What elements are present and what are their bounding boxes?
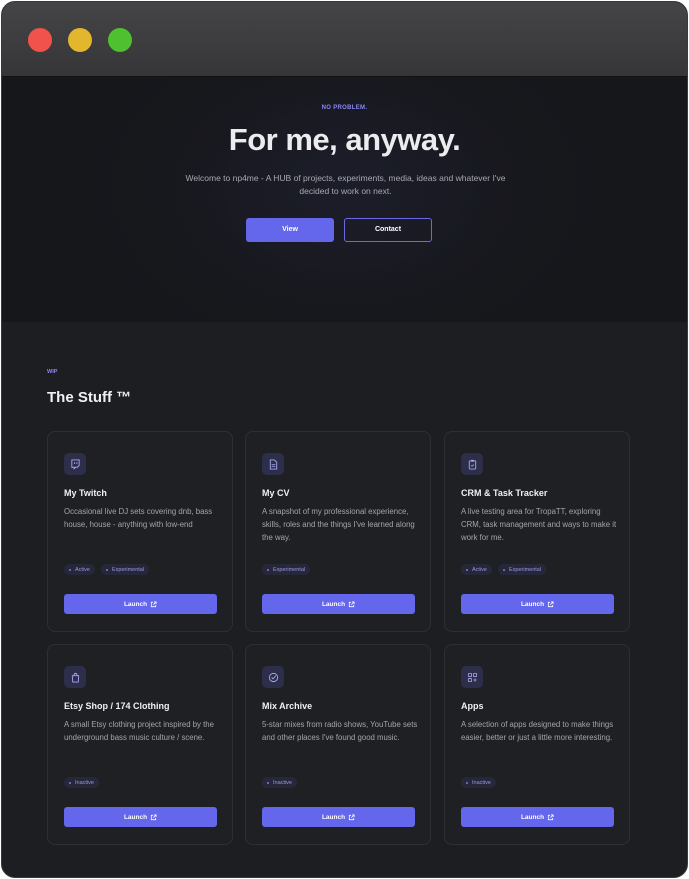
status-tag-label: Active [75,566,90,573]
project-card: Etsy Shop / 174 Clothing A small Etsy cl… [47,644,233,845]
card-tags: Active Experimental [461,564,547,575]
twitch-icon [64,453,86,475]
view-button[interactable]: View [246,218,334,242]
section-title: The Stuff ™ [47,389,132,406]
status-tag: Active [461,564,492,575]
shopping-bag-icon [64,666,86,688]
browser-window: NO PROBLEM. For me, anyway. Welcome to n… [1,1,688,878]
maximize-window-button[interactable] [108,28,132,52]
minimize-window-button[interactable] [68,28,92,52]
status-tag: Inactive [262,777,297,788]
launch-label: Launch [123,600,148,608]
bullet-icon [466,568,468,571]
external-link-icon [150,600,157,608]
launch-label: Launch [321,813,346,821]
bullet-icon [69,568,71,571]
status-tag: Inactive [461,777,496,788]
launch-button[interactable]: Launch [262,807,415,827]
status-tag-label: Inactive [75,779,94,786]
hero-section: NO PROBLEM. For me, anyway. Welcome to n… [2,77,687,322]
external-link-icon [547,600,554,608]
card-title: Apps [461,701,484,711]
card-title: My CV [262,488,290,498]
status-tag-label: Active [472,566,487,573]
project-card: Mix Archive 5-star mixes from radio show… [245,644,431,845]
launch-label: Launch [520,600,545,608]
contact-button[interactable]: Contact [344,218,432,242]
document-icon [262,453,284,475]
launch-button[interactable]: Launch [461,594,614,614]
launch-button[interactable]: Launch [461,807,614,827]
external-link-icon [547,813,554,821]
card-description: A selection of apps designed to make thi… [461,720,614,742]
launch-label: Launch [321,600,346,608]
project-card: My CV A snapshot of my professional expe… [245,431,431,632]
card-tags: Active Experimental [64,564,150,575]
clipboard-icon [461,453,483,475]
card-description: 5-star mixes from radio shows, YouTube s… [262,720,418,742]
bullet-icon [267,781,269,784]
status-tag: Experimental [262,564,311,575]
hero-eyebrow: NO PROBLEM. [321,105,368,111]
card-tags: Inactive [64,777,99,788]
external-link-icon [348,813,355,821]
launch-button[interactable]: Launch [262,594,415,614]
hero-subtitle: Welcome to np4me - A HUB of projects, ex… [185,173,506,196]
card-description: A small Etsy clothing project inspired b… [64,720,214,742]
launch-label: Launch [520,813,545,821]
card-tags: Inactive [461,777,496,788]
status-tag-label: Experimental [111,566,145,573]
bullet-icon [105,568,108,571]
status-tag: Active [64,564,95,575]
launch-button[interactable]: Launch [64,594,217,614]
section-tag: WIP [47,369,58,375]
status-tag-label: Experimental [273,566,306,573]
card-title: Etsy Shop / 174 Clothing [64,701,170,711]
hero-title: For me, anyway. [228,122,461,157]
status-tag-label: Inactive [273,779,292,786]
bullet-icon [267,568,269,571]
launch-button[interactable]: Launch [64,807,217,827]
project-card: My Twitch Occasional live DJ sets coveri… [47,431,233,632]
disc-icon [262,666,284,688]
external-link-icon [150,813,157,821]
bullet-icon [466,781,468,784]
bullet-icon [502,568,505,571]
window-titlebar [2,2,687,77]
status-tag-label: Experimental [508,566,542,573]
apps-grid-icon [461,666,483,688]
status-tag: Experimental [497,564,547,575]
bullet-icon [69,781,71,784]
status-tag-label: Inactive [472,779,491,786]
project-card: Apps A selection of apps designed to mak… [444,644,630,845]
card-title: CRM & Task Tracker [461,488,548,498]
card-description: A snapshot of my professional experience… [262,507,415,542]
card-tags: Experimental [262,564,311,575]
external-link-icon [348,600,355,608]
status-tag: Inactive [64,777,99,788]
card-title: My Twitch [64,488,107,498]
project-card: CRM & Task Tracker A live testing area f… [444,431,630,632]
status-tag: Experimental [100,564,150,575]
card-tags: Inactive [262,777,297,788]
card-description: A live testing area for TropaTT, explori… [461,507,617,542]
card-title: Mix Archive [262,701,313,711]
card-description: Occasional live DJ sets covering dnb, ba… [64,507,213,529]
launch-label: Launch [123,813,148,821]
close-window-button[interactable] [28,28,52,52]
